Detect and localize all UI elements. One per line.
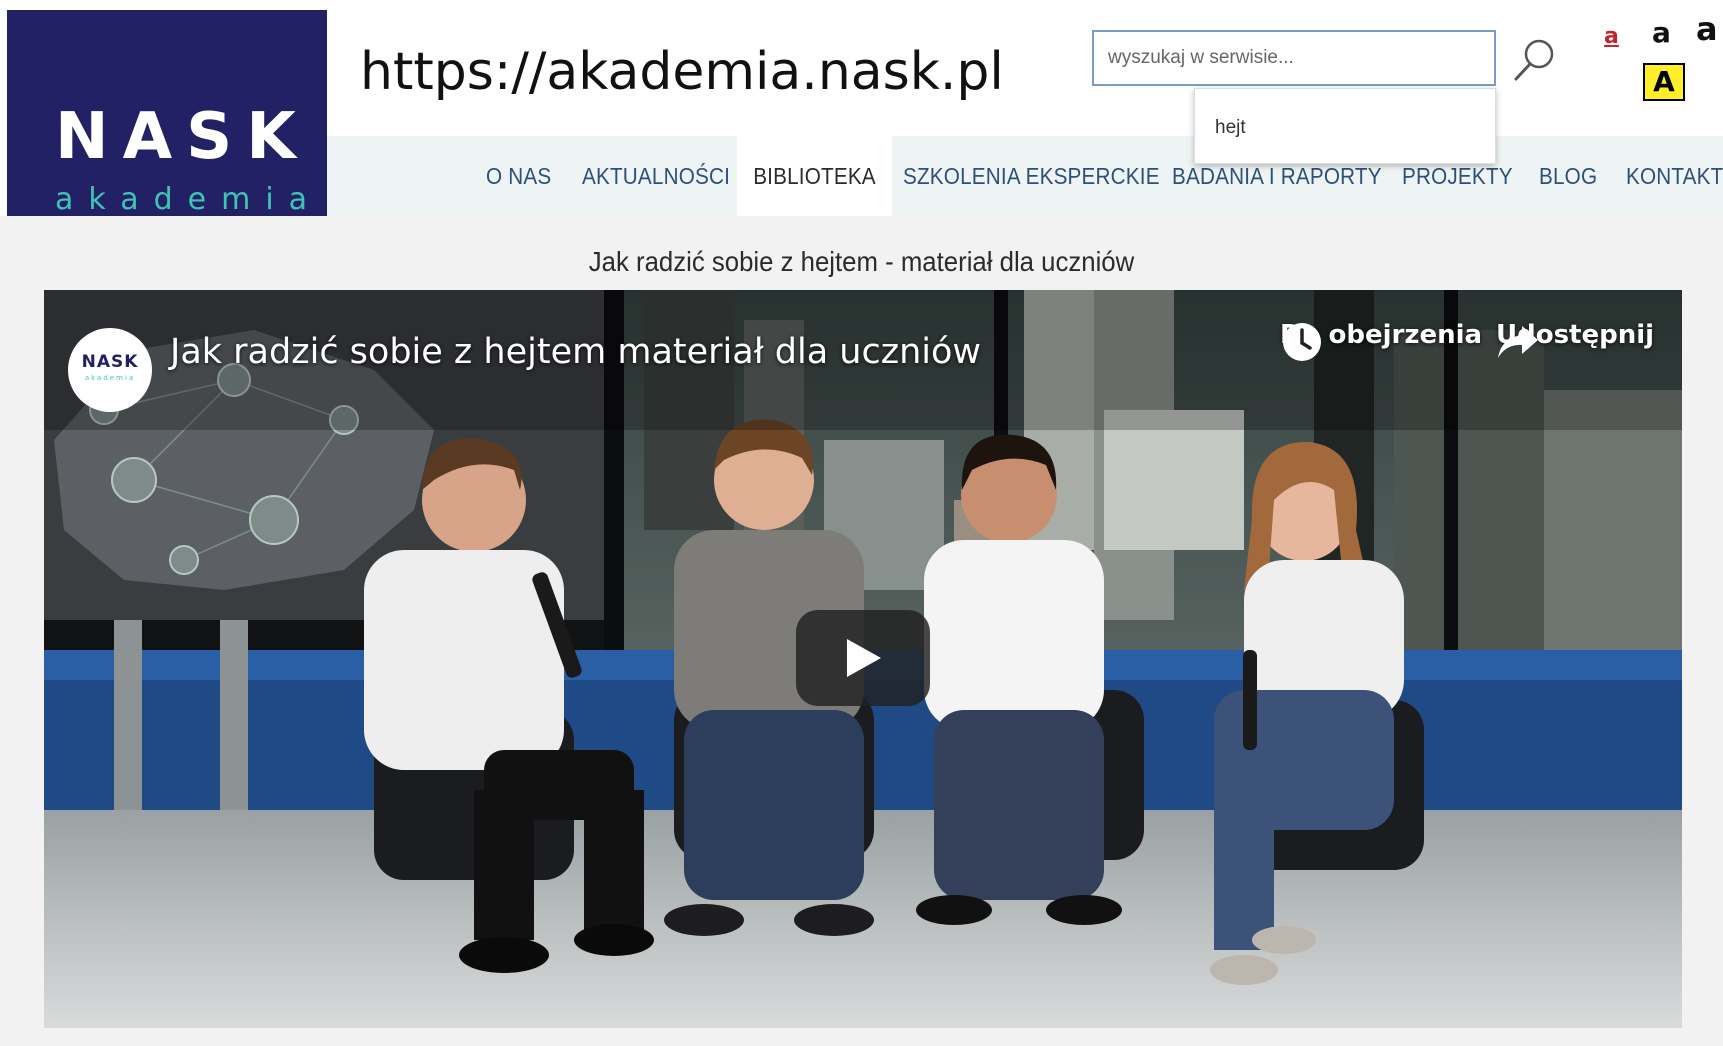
- share-button[interactable]: Udostępnij: [1496, 320, 1654, 358]
- clock-icon: [1283, 323, 1321, 361]
- page-title: Jak radzić sobie z hejtem - materiał dla…: [588, 246, 1135, 277]
- site-url: https://akademia.nask.pl: [360, 42, 1004, 102]
- search-suggestion-item[interactable]: hejt: [1215, 117, 1246, 139]
- font-size-large-button[interactable]: a: [1696, 10, 1718, 48]
- nav-item-biblioteka[interactable]: BIBLIOTEKA: [737, 136, 892, 216]
- logo-subtitle: akademia: [55, 182, 323, 217]
- play-icon: [847, 639, 881, 677]
- nav-item-szkolenia-eksperckie[interactable]: SZKOLENIA EKSPERCKIE: [903, 136, 1160, 216]
- nav-item-kontakt[interactable]: KONTAKT: [1626, 136, 1723, 216]
- video-title[interactable]: Jak radzić sobie z hejtem materiał dla u…: [170, 332, 981, 372]
- channel-logo[interactable]: NASK akademia: [68, 328, 152, 412]
- font-size-medium-button[interactable]: a: [1652, 16, 1671, 49]
- video-player[interactable]: NASK akademia Jak radzić sobie z hejtem …: [44, 290, 1682, 1028]
- share-arrow-icon: [1498, 326, 1538, 358]
- site-header: NASK akademia https://akademia.nask.pl a…: [0, 0, 1723, 217]
- logo-wordmark: NASK: [55, 100, 310, 174]
- play-button[interactable]: [796, 610, 930, 706]
- main-navigation: O NAS AKTUALNOŚCI BIBLIOTEKA SZKOLENIA E…: [327, 136, 1723, 216]
- nav-item-o-nas[interactable]: O NAS: [486, 136, 551, 216]
- search-icon[interactable]: [1508, 34, 1560, 86]
- channel-logo-text: NASK: [81, 352, 139, 372]
- watch-later-button[interactable]: Do obejrzenia: [1280, 320, 1482, 361]
- font-size-small-button[interactable]: a: [1604, 24, 1619, 49]
- nask-akademia-logo[interactable]: NASK akademia: [7, 10, 327, 217]
- main-content: Jak radzić sobie z hejtem - materiał dla…: [0, 216, 1723, 1046]
- nav-item-blog[interactable]: BLOG: [1539, 136, 1597, 216]
- high-contrast-button[interactable]: A: [1643, 63, 1685, 101]
- nav-item-aktualnosci[interactable]: AKTUALNOŚCI: [582, 136, 730, 216]
- channel-logo-subtitle: akademia: [84, 374, 136, 382]
- search-suggestion-dropdown: hejt: [1194, 88, 1496, 164]
- search-input[interactable]: [1092, 30, 1496, 86]
